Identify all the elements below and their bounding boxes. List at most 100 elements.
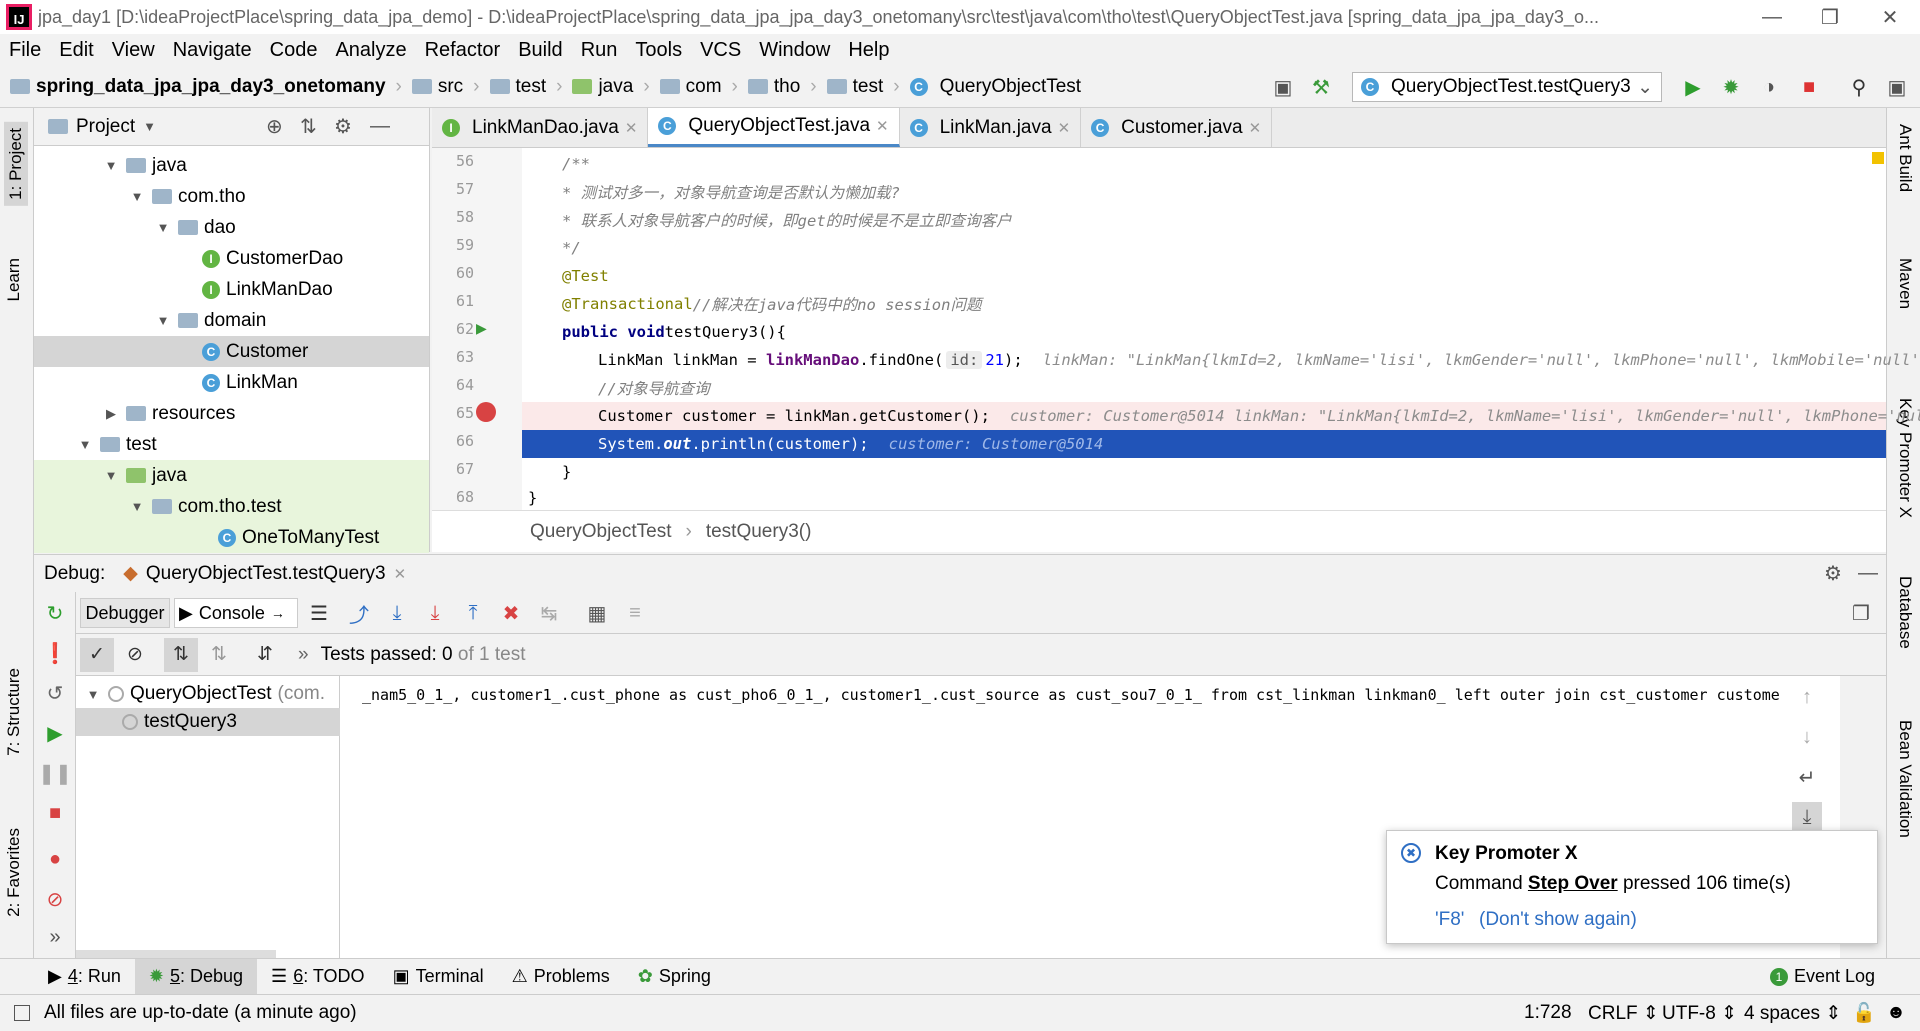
rerun-icon[interactable]: ↻	[40, 598, 70, 628]
bean-validation-tab[interactable]: Bean Validation	[1895, 720, 1915, 838]
inspection-warning-marker[interactable]	[1872, 152, 1884, 164]
close-tab-icon[interactable]: ✕	[625, 119, 638, 137]
terminal-tool-tab[interactable]: ▣ Terminal	[379, 959, 498, 995]
code-line-60[interactable]: @Test	[522, 262, 1886, 290]
horizontal-scrollbar[interactable]	[76, 950, 276, 958]
step-over-icon[interactable]: ⤴	[344, 598, 374, 628]
tab-customer[interactable]: C Customer.java ✕	[1081, 108, 1273, 147]
close-session-icon[interactable]: ✕	[394, 565, 407, 583]
code-line-56[interactable]: /**	[522, 150, 1886, 178]
show-ignored-icon[interactable]: ⊘	[118, 638, 152, 672]
stop-icon[interactable]: ■	[1796, 74, 1822, 100]
editor-gutter[interactable]: 56 57 58 59 60 61 62 63 64 65 66 67 68 ▶	[432, 148, 522, 510]
scroll-to-end-icon[interactable]: ⤓	[1792, 802, 1822, 832]
editor-breadcrumb-method[interactable]: testQuery3()	[706, 521, 812, 543]
chevron-down-icon[interactable]: ▼	[143, 119, 156, 134]
debug-tool-tab[interactable]: ✹ 5: Debug	[134, 958, 258, 995]
menu-tools[interactable]: Tools	[626, 39, 691, 62]
test-tree-root[interactable]: ▼ QueryObjectTest (com.	[76, 680, 340, 708]
code-line-67[interactable]: }	[522, 458, 1886, 486]
breadcrumb-tho[interactable]: tho	[774, 76, 800, 98]
encoding-widget[interactable]: UTF-8 ⇕	[1662, 1002, 1737, 1025]
menu-view[interactable]: View	[103, 39, 164, 62]
dont-show-again-link[interactable]: (Don't show again)	[1479, 909, 1637, 931]
indent-widget[interactable]: 4 spaces ⇕	[1744, 1002, 1841, 1025]
code-line-58[interactable]: * 联系人对象导航客户的时候，即get的时候是不是立即查询客户	[522, 206, 1886, 234]
code-line-62[interactable]: public void testQuery3(){	[522, 318, 1886, 346]
structure-tool-tab[interactable]: 7: Structure	[4, 668, 24, 756]
breakpoint-icon[interactable]	[476, 402, 496, 422]
tool-windows-icon[interactable]	[14, 1005, 30, 1021]
code-line-65[interactable]: Customer customer = linkMan.getCustomer(…	[522, 402, 1920, 430]
more-icon[interactable]: »	[40, 922, 70, 952]
show-execution-point-icon[interactable]: ☰	[304, 598, 334, 628]
stop-icon[interactable]: ■	[40, 798, 70, 828]
soft-wrap-icon[interactable]: ↵	[1792, 762, 1822, 792]
database-tab[interactable]: Database	[1895, 576, 1915, 649]
tree-item[interactable]: C OneToManyTest	[34, 522, 429, 553]
favorites-tool-tab[interactable]: 2: Favorites	[4, 828, 24, 917]
caret-position[interactable]: 1:728	[1524, 1002, 1572, 1024]
restore-layout-icon[interactable]: →	[271, 605, 285, 621]
menu-run[interactable]: Run	[572, 39, 627, 62]
menu-code[interactable]: Code	[261, 39, 327, 62]
mute-breakpoints-icon[interactable]: ⊘	[40, 884, 70, 914]
tab-linkmandao[interactable]: I LinkManDao.java ✕	[432, 108, 649, 147]
tab-queryobjecttest[interactable]: C QueryObjectTest.java ✕	[648, 108, 900, 147]
tree-item[interactable]: ▼ dao	[34, 212, 429, 243]
tab-linkman[interactable]: C LinkMan.java ✕	[900, 108, 1082, 147]
console-tab[interactable]: ▶ Console →	[174, 598, 298, 628]
show-passed-icon[interactable]: ✓	[80, 637, 114, 672]
coverage-icon[interactable]: ◑	[1756, 74, 1782, 100]
tree-item[interactable]: ▼ java	[34, 460, 429, 491]
debugger-tab[interactable]: Debugger	[80, 598, 170, 628]
todo-tool-tab[interactable]: ☰ 6: TODO	[257, 959, 379, 995]
project-structure-icon[interactable]: ▣	[1270, 74, 1296, 100]
breadcrumb-test-pkg[interactable]: test	[853, 76, 884, 98]
editor-breadcrumb-class[interactable]: QueryObjectTest	[530, 521, 672, 543]
view-breakpoints-icon[interactable]: ●	[40, 844, 70, 874]
run-configuration-select[interactable]: C QueryObjectTest.testQuery3 ⌄	[1352, 72, 1662, 102]
tree-item[interactable]: ▼ com.tho.test	[34, 491, 429, 522]
gear-icon[interactable]: ⚙	[1824, 561, 1842, 586]
tree-item[interactable]: ▼ com.tho	[34, 181, 429, 212]
debug-session-tab[interactable]: QueryObjectTest.testQuery3	[146, 563, 386, 585]
build-hammer-icon[interactable]: ⚒	[1308, 74, 1334, 100]
tree-item[interactable]: C LinkMan	[34, 367, 429, 398]
gear-icon[interactable]: ⚙	[334, 114, 352, 139]
shortcut-link[interactable]: 'F8'	[1435, 909, 1464, 931]
menu-analyze[interactable]: Analyze	[326, 39, 415, 62]
breadcrumb-java[interactable]: java	[598, 76, 633, 98]
run-tool-tab[interactable]: ▶ 4: Run	[34, 959, 135, 995]
step-out-icon[interactable]: ⤒	[458, 598, 488, 628]
breadcrumb-src[interactable]: src	[438, 76, 463, 98]
close-tab-icon[interactable]: ✕	[1058, 119, 1071, 137]
tree-item[interactable]: C Customer	[34, 336, 429, 367]
code-line-68[interactable]: }	[522, 486, 1886, 510]
project-panel-title[interactable]: Project	[76, 116, 135, 138]
breadcrumb-com[interactable]: com	[686, 76, 722, 98]
run-icon[interactable]: ▶	[1680, 74, 1706, 100]
menu-file[interactable]: File	[0, 39, 50, 62]
expand-all-icon[interactable]: ⇵	[248, 638, 282, 672]
code-line-63[interactable]: LinkMan linkMan = linkManDao .findOne(id:…	[522, 346, 1920, 374]
maven-tab[interactable]: Maven	[1895, 258, 1915, 309]
pause-program-icon[interactable]: ❚❚	[38, 758, 72, 788]
test-tree-method[interactable]: testQuery3	[76, 708, 340, 736]
tree-item[interactable]: ▶ resources	[34, 398, 429, 429]
menu-build[interactable]: Build	[509, 39, 571, 62]
menu-vcs[interactable]: VCS	[691, 39, 750, 62]
search-icon[interactable]: ⚲	[1846, 74, 1872, 100]
code-line-66-current[interactable]: System. out .println(customer); customer: C…	[522, 430, 1886, 458]
code-line-61[interactable]: @Transactional//解决在java代码中的no session问题	[522, 290, 1886, 318]
tree-item[interactable]: I LinkManDao	[34, 274, 429, 305]
breadcrumb-file[interactable]: QueryObjectTest	[940, 76, 1082, 98]
close-tab-icon[interactable]: ✕	[876, 117, 889, 135]
rerun-failed-icon[interactable]: ❗	[40, 638, 70, 668]
scroll-down-icon[interactable]: ↓	[1792, 722, 1822, 752]
learn-tool-tab[interactable]: Learn	[4, 258, 24, 301]
hide-icon[interactable]: —	[370, 115, 390, 138]
force-step-into-icon[interactable]: ⤓	[420, 598, 450, 628]
menu-refactor[interactable]: Refactor	[416, 39, 510, 62]
close-icon[interactable]: ✕	[1860, 0, 1920, 34]
